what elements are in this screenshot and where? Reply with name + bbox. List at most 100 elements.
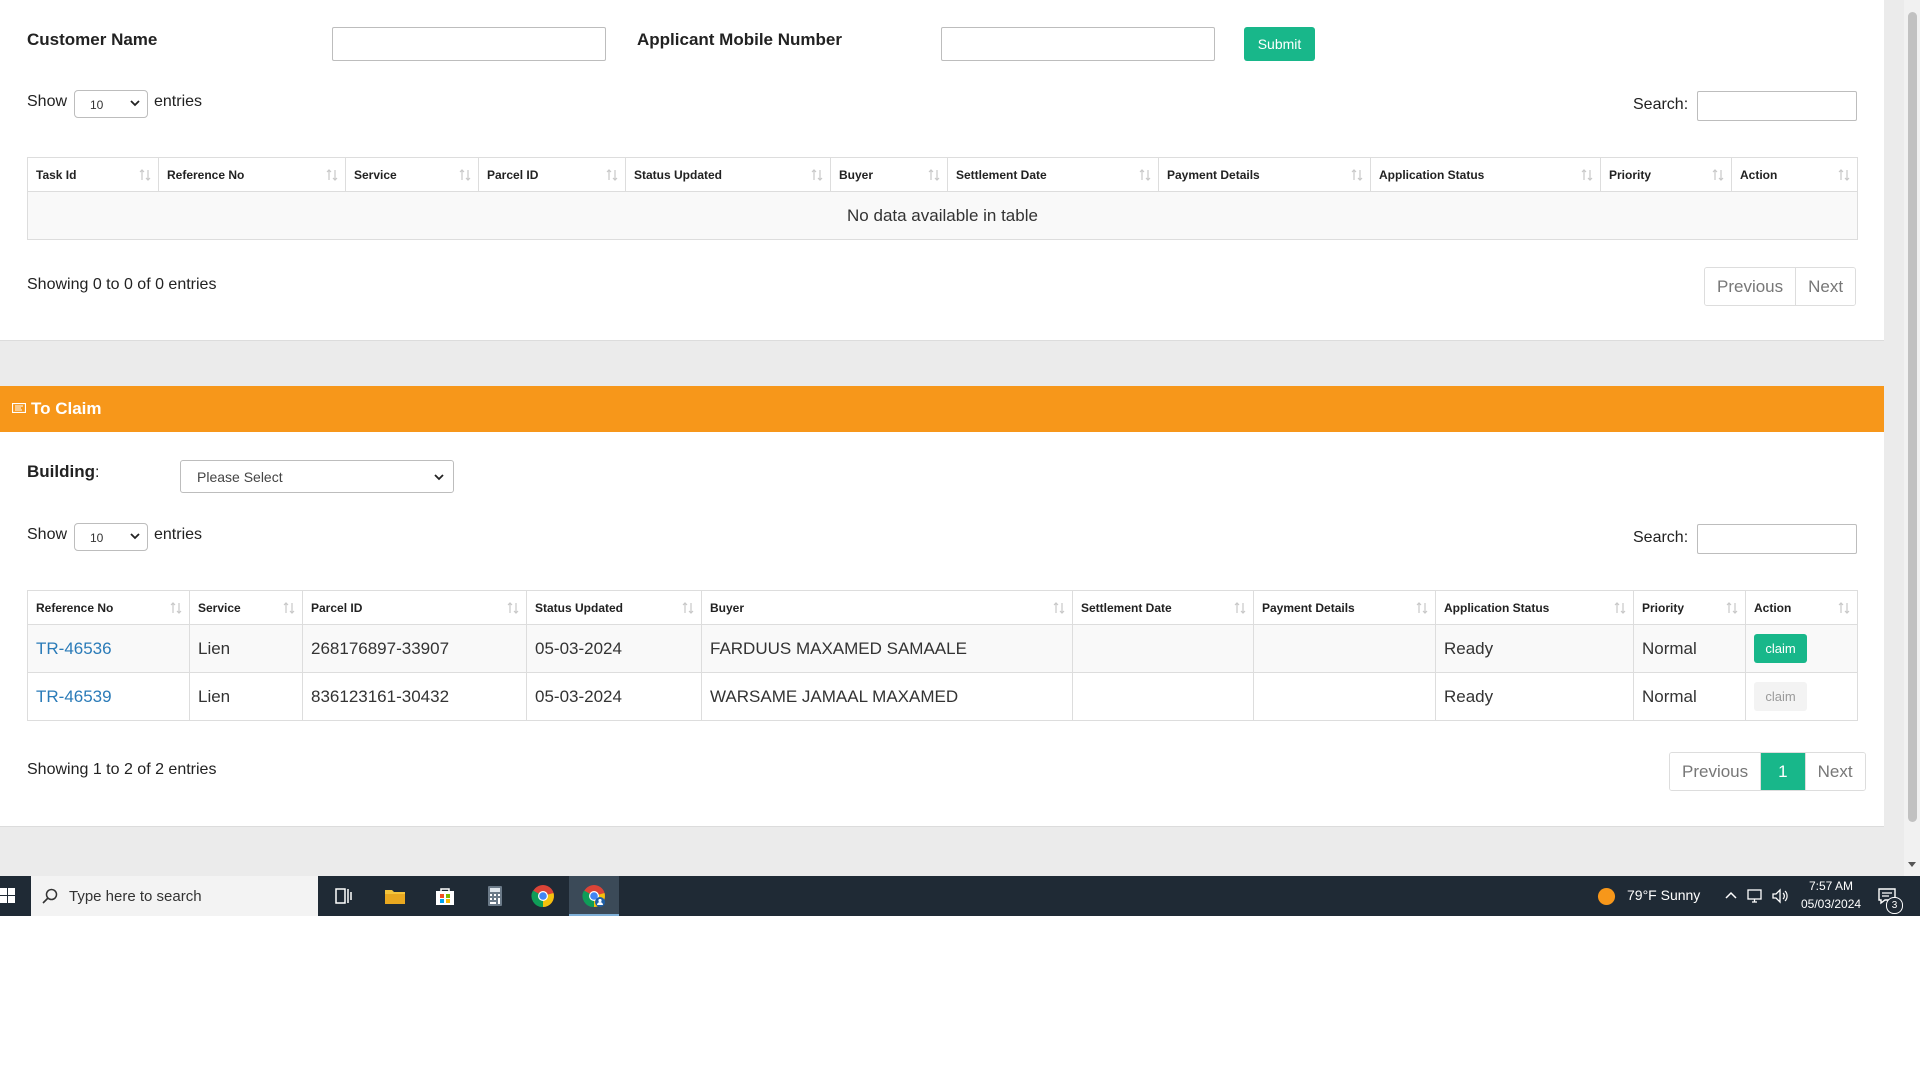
building-label: Building — [27, 462, 95, 481]
claim-button-disabled[interactable]: claim — [1754, 682, 1807, 711]
mobile-number-input[interactable] — [941, 27, 1215, 61]
column-header[interactable]: Action — [1745, 590, 1858, 625]
claim-button[interactable]: claim — [1754, 634, 1807, 663]
parcel-id-cell: 268176897-33907 — [302, 624, 527, 673]
column-header[interactable]: Service — [345, 157, 479, 192]
column-header-label: Action — [1754, 600, 1792, 615]
sort-icon — [811, 169, 823, 181]
sort-icon — [283, 602, 295, 614]
taskbar-search-box[interactable]: Type here to search — [31, 876, 318, 916]
column-header[interactable]: Buyer — [830, 157, 948, 192]
taskbar-search-placeholder: Type here to search — [69, 888, 202, 905]
building-label-group: Building: — [27, 462, 99, 482]
column-header-label: Buyer — [710, 600, 745, 615]
mobile-number-label: Applicant Mobile Number — [637, 30, 842, 49]
entries-length-value: 10 — [90, 98, 104, 112]
column-header[interactable]: Reference No — [158, 157, 346, 192]
column-header-label: Reference No — [167, 167, 245, 182]
sort-icon — [1838, 169, 1850, 181]
column-header[interactable]: Task Id — [27, 157, 159, 192]
column-header[interactable]: Payment Details — [1253, 590, 1436, 625]
column-header[interactable]: Application Status — [1370, 157, 1601, 192]
column-header-label: Application Status — [1379, 167, 1485, 182]
empty-message: No data available in table — [27, 191, 1858, 240]
empty-row: No data available in table — [27, 191, 1858, 240]
customer-name-input[interactable] — [332, 27, 606, 61]
reference-link[interactable]: TR-46536 — [36, 639, 112, 658]
buyer-cell: FARDUUS MAXAMED SAMAALE — [701, 624, 1073, 673]
search-icon — [42, 888, 58, 904]
chrome-profile-icon[interactable] — [582, 884, 606, 908]
column-header[interactable]: Parcel ID — [478, 157, 626, 192]
column-header[interactable]: Settlement Date — [1072, 590, 1254, 625]
speaker-icon[interactable] — [1771, 888, 1789, 904]
status-updated-cell: 05-03-2024 — [526, 624, 702, 673]
sort-icon — [1712, 169, 1724, 181]
scrollbar-thumb[interactable] — [1908, 12, 1917, 822]
column-header[interactable]: Priority — [1600, 157, 1732, 192]
column-header[interactable]: Parcel ID — [302, 590, 527, 625]
application-status-cell: Ready — [1435, 672, 1634, 721]
table-info: Showing 1 to 2 of 2 entries — [27, 761, 217, 778]
column-header[interactable]: Service — [189, 590, 303, 625]
column-header[interactable]: Settlement Date — [947, 157, 1159, 192]
claim-search-input[interactable] — [1697, 524, 1857, 554]
sort-icon — [1614, 602, 1626, 614]
customer-name-label: Customer Name — [27, 30, 158, 49]
column-header-label: Priority — [1609, 167, 1652, 182]
payment-details-cell — [1253, 624, 1436, 673]
column-header[interactable]: Application Status — [1435, 590, 1634, 625]
clock-time[interactable]: 7:57 AM — [1809, 879, 1853, 893]
column-header-label: Status Updated — [634, 167, 723, 182]
payment-details-cell — [1253, 672, 1436, 721]
column-header-label: Task Id — [36, 167, 77, 182]
column-header[interactable]: Action — [1731, 157, 1858, 192]
show-label: Show — [27, 526, 68, 543]
table-search-input[interactable] — [1697, 91, 1857, 121]
show-label: Show — [27, 93, 68, 110]
weather-text[interactable]: 79°F Sunny — [1627, 887, 1700, 903]
column-header-label: Payment Details — [1262, 600, 1355, 615]
column-header-label: Settlement Date — [956, 167, 1047, 182]
clock-date[interactable]: 05/03/2024 — [1801, 897, 1861, 911]
column-header-label: Payment Details — [1167, 167, 1260, 182]
task-view-icon[interactable] — [331, 884, 355, 908]
previous-page-button[interactable]: Previous — [1705, 268, 1797, 305]
entries-length-select[interactable]: 10 — [74, 90, 148, 118]
table-row: TR-46536 Lien 268176897-33907 05-03-2024… — [27, 624, 1858, 673]
reference-no-cell: TR-46536 — [27, 624, 190, 673]
column-header[interactable]: Status Updated — [526, 590, 702, 625]
entries-length-value: 10 — [90, 531, 104, 545]
service-cell: Lien — [189, 624, 303, 673]
building-select[interactable]: Please Select — [180, 460, 454, 493]
column-header[interactable]: Status Updated — [625, 157, 831, 192]
active-app-indicator — [569, 914, 619, 916]
reference-link[interactable]: TR-46539 — [36, 687, 112, 706]
microsoft-store-icon[interactable] — [433, 884, 457, 908]
windows-start-icon[interactable] — [0, 888, 16, 904]
table-header-row: Reference No Service Parcel ID Status Up… — [27, 590, 1858, 625]
column-header[interactable]: Priority — [1633, 590, 1746, 625]
next-page-button[interactable]: Next — [1796, 268, 1856, 305]
column-header[interactable]: Reference No — [27, 590, 190, 625]
buyer-cell: WARSAME JAMAAL MAXAMED — [701, 672, 1073, 721]
vertical-scrollbar[interactable] — [1904, 0, 1920, 876]
priority-cell: Normal — [1633, 672, 1746, 721]
scroll-down-arrow-icon[interactable] — [1908, 860, 1916, 868]
chevron-up-icon[interactable] — [1724, 889, 1738, 903]
previous-page-button[interactable]: Previous — [1670, 753, 1762, 790]
sun-weather-icon[interactable] — [1597, 887, 1616, 906]
column-header[interactable]: Payment Details — [1158, 157, 1371, 192]
sort-icon — [1234, 602, 1246, 614]
sort-icon — [459, 169, 471, 181]
submit-button[interactable]: Submit — [1244, 27, 1315, 61]
next-page-button[interactable]: Next — [1805, 753, 1865, 790]
column-header[interactable]: Buyer — [701, 590, 1073, 625]
chrome-icon[interactable] — [531, 884, 555, 908]
entries-length-select[interactable]: 10 — [74, 523, 148, 551]
entries-label: entries — [154, 93, 203, 110]
page-1-button[interactable]: 1 — [1761, 753, 1806, 790]
calculator-icon[interactable] — [483, 884, 507, 908]
file-explorer-icon[interactable] — [383, 884, 407, 908]
network-icon[interactable] — [1746, 888, 1764, 904]
